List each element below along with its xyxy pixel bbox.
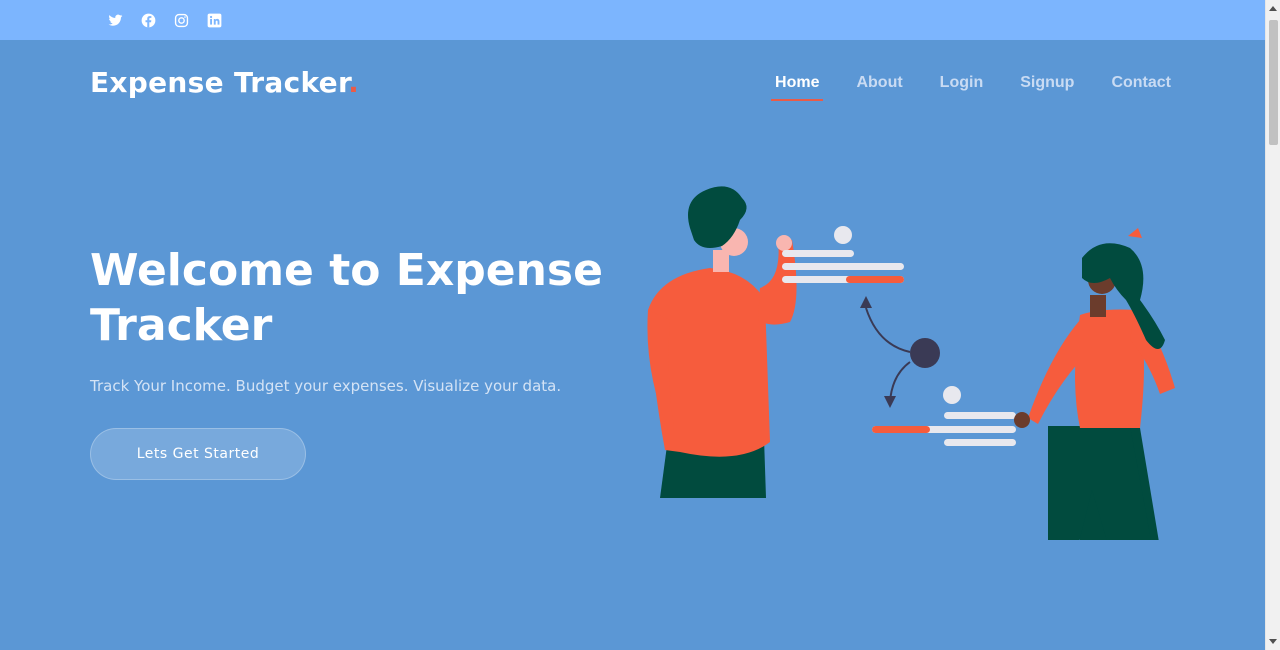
hero-illustration: [647, 186, 1175, 540]
linkedin-icon[interactable]: [207, 13, 222, 28]
facebook-icon[interactable]: [141, 13, 156, 28]
hero-section: Expense Tracker. Home About Login Signup…: [0, 40, 1265, 650]
scroll-down-arrow-icon[interactable]: [1269, 639, 1277, 644]
logo-text: Expense Tracker: [90, 66, 349, 99]
upper-data-panel: [782, 226, 904, 283]
nav-about[interactable]: About: [854, 74, 904, 92]
scrollbar-thumb[interactable]: [1269, 20, 1278, 145]
nav-home[interactable]: Home: [770, 74, 824, 101]
lower-data-panel: [872, 386, 1016, 446]
exchange-arrows: [865, 307, 911, 403]
main-nav: Home About Login Signup Contact: [770, 74, 1173, 101]
nav-contact[interactable]: Contact: [1109, 74, 1173, 92]
page-scrollbar[interactable]: [1265, 0, 1280, 650]
site-logo[interactable]: Expense Tracker.: [90, 66, 359, 99]
social-topbar: [0, 0, 1265, 40]
man-figure: [647, 186, 797, 498]
scroll-up-arrow-icon[interactable]: [1269, 6, 1277, 11]
logo-dot: .: [348, 66, 359, 99]
twitter-icon[interactable]: [108, 13, 123, 28]
get-started-button[interactable]: Lets Get Started: [90, 428, 306, 480]
hero-title: Welcome to Expense Tracker: [90, 245, 603, 351]
nav-login[interactable]: Login: [938, 74, 986, 92]
nav-signup[interactable]: Signup: [1018, 74, 1076, 92]
hero-subtitle: Track Your Income. Budget your expenses.…: [90, 377, 562, 395]
instagram-icon[interactable]: [174, 13, 189, 28]
woman-figure: [1014, 228, 1175, 540]
